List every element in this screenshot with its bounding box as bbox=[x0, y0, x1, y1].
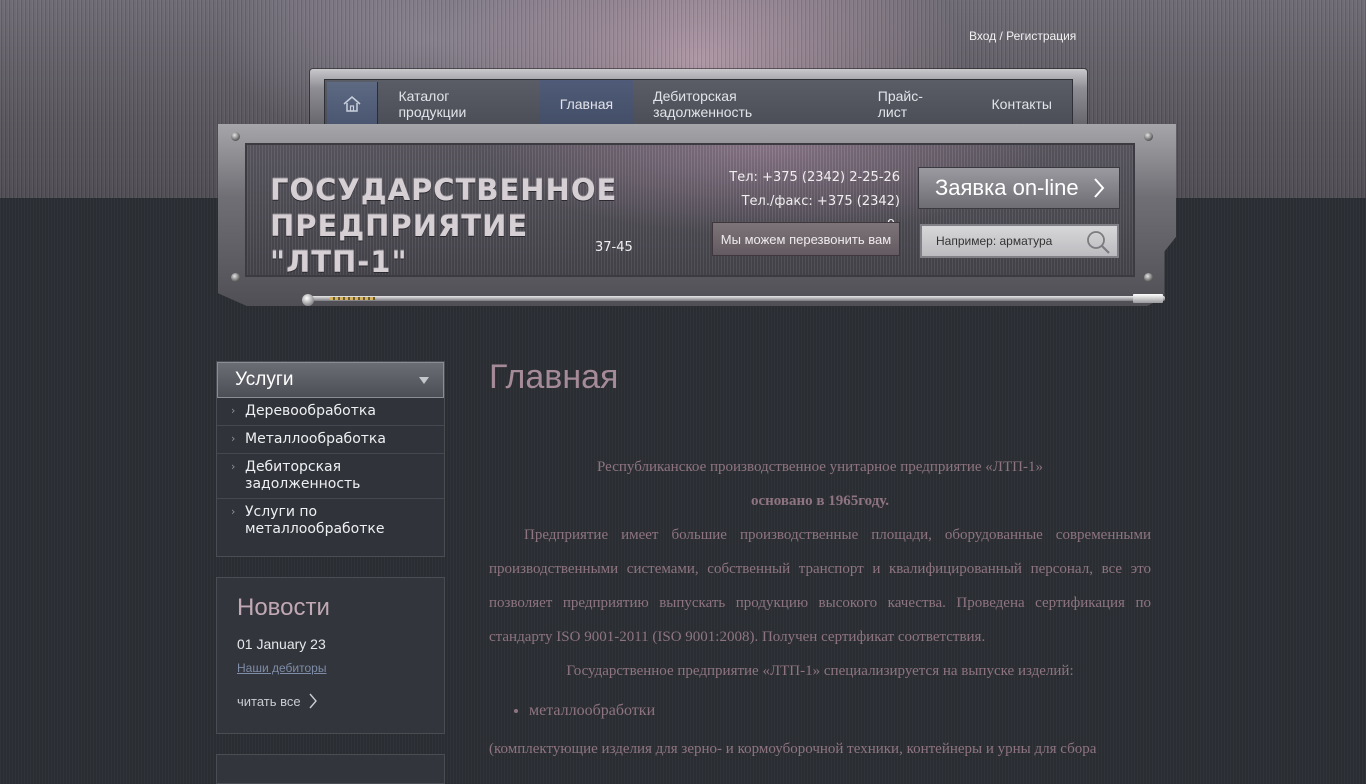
news-item-link[interactable]: Наши дебиторы bbox=[237, 661, 424, 675]
content-founded: основано в 1965году. bbox=[750, 493, 890, 509]
services-title: Услуги bbox=[235, 369, 294, 390]
page-title: Главная bbox=[489, 358, 619, 396]
sidebar-item-metalworking-services[interactable]: › Услуги по металлообработке bbox=[217, 499, 444, 543]
company-name: ГОСУДАРСТВЕННОЕ ПРЕДПРИЯТИЕ "ЛТП-1" bbox=[270, 173, 618, 279]
decorative-knob bbox=[302, 294, 314, 306]
fax-number-tail: 37-45 bbox=[595, 240, 633, 255]
sidebar-panel bbox=[216, 754, 445, 784]
nav-item-catalog[interactable]: Каталог продукции bbox=[378, 80, 539, 128]
login-register-link[interactable]: Вход / Регистрация bbox=[969, 29, 1076, 43]
news-title: Новости bbox=[237, 594, 330, 621]
main-nav: Каталог продукции Главная Дебиторская за… bbox=[324, 79, 1073, 129]
chevron-right-icon: › bbox=[231, 432, 236, 445]
decorative-rail-end bbox=[1133, 294, 1163, 303]
screw-icon bbox=[231, 132, 240, 141]
news-panel: Новости 01 January 23 Наши дебиторы чита… bbox=[216, 577, 445, 734]
sidebar-item-label: Дебиторская задолженность bbox=[245, 459, 361, 492]
services-header[interactable]: Услуги bbox=[217, 362, 444, 398]
home-button[interactable] bbox=[327, 82, 379, 126]
content-intro: Республиканское производственное унитарн… bbox=[597, 459, 1043, 475]
phone-number: Тел: +375 (2342) 2-25-26 bbox=[729, 170, 900, 185]
nav-item-contacts[interactable]: Контакты bbox=[972, 80, 1072, 128]
search-input[interactable] bbox=[934, 233, 1088, 249]
callback-button[interactable]: Мы можем перезвонить вам bbox=[712, 222, 900, 256]
search-box bbox=[920, 224, 1119, 258]
list-item: металлообработки bbox=[529, 696, 1151, 726]
nav-item-home[interactable]: Главная bbox=[539, 80, 634, 128]
nav-item-price-list[interactable]: Прайс-лист bbox=[858, 80, 972, 128]
nav-item-debts[interactable]: Дебиторская задолженность bbox=[633, 80, 858, 128]
order-online-label: Заявка on-line bbox=[935, 175, 1079, 200]
chevron-down-icon bbox=[419, 376, 429, 384]
home-icon bbox=[343, 96, 361, 112]
read-all-link[interactable]: читать все bbox=[237, 693, 424, 709]
news-date: 01 January 23 bbox=[237, 636, 326, 652]
chevron-right-icon bbox=[309, 693, 317, 709]
sidebar-item-label: Услуги по металлообработке bbox=[245, 504, 385, 537]
sidebar-item-metalworking[interactable]: › Металлообработка bbox=[217, 426, 444, 454]
chevron-right-icon: › bbox=[231, 505, 236, 518]
content-description: Предприятие имеет большие производственн… bbox=[489, 527, 1151, 645]
sidebar-item-label: Деревообработка bbox=[245, 403, 376, 419]
sidebar-item-woodworking[interactable]: › Деревообработка bbox=[217, 398, 444, 426]
chevron-right-icon: › bbox=[231, 404, 236, 417]
services-panel: Услуги › Деревообработка › Металлообработк… bbox=[216, 361, 445, 557]
sidebar-item-label: Металлообработка bbox=[245, 431, 386, 447]
content-products-detail: (комплектующие изделия для зерно- и корм… bbox=[489, 741, 1097, 757]
screw-icon bbox=[1144, 273, 1153, 282]
decorative-rail bbox=[305, 296, 1165, 301]
search-icon[interactable] bbox=[1085, 229, 1111, 255]
product-list: металлообработки bbox=[489, 696, 1151, 726]
order-online-button[interactable]: Заявка on-line bbox=[918, 167, 1120, 209]
services-list: › Деревообработка › Металлообработка › Деби… bbox=[217, 398, 444, 543]
main-content: Республиканское производственное унитарн… bbox=[489, 450, 1151, 766]
screw-icon bbox=[1144, 132, 1153, 141]
sidebar-item-debts[interactable]: › Дебиторская задолженность bbox=[217, 454, 444, 499]
decorative-spring bbox=[330, 297, 375, 300]
screw-icon bbox=[231, 273, 240, 282]
read-all-label: читать все bbox=[237, 693, 301, 709]
chevron-right-icon: › bbox=[231, 460, 236, 473]
content-specialization: Государственное предприятие «ЛТП-1» спец… bbox=[566, 663, 1074, 679]
chevron-right-icon bbox=[1093, 178, 1104, 198]
